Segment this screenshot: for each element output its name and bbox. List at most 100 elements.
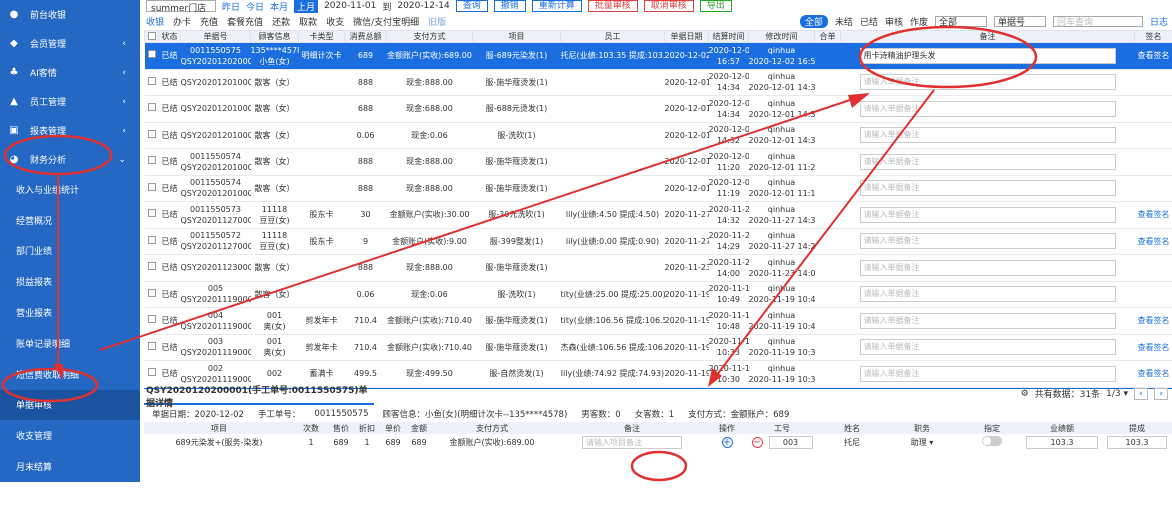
sidebar-item-ai[interactable]: ♣AI客情‹	[0, 58, 140, 87]
table-row[interactable]: 已结0011550574QSY2020120100002散客（女）888现金:8…	[145, 149, 1172, 176]
note-input[interactable]: 请输入单据备注	[860, 286, 1116, 302]
note-input[interactable]: 请输入单据备注	[860, 101, 1116, 117]
table-row[interactable]: 已结QSY2020120100005散客（女）888现金:888.00服-施华蔻…	[145, 69, 1172, 96]
all-select[interactable]: 全部	[935, 16, 987, 27]
job-no-input[interactable]: 003	[769, 436, 813, 449]
sidebar-sub-overview[interactable]: 经营概况	[0, 205, 140, 236]
view-signature-link[interactable]: 查看签名	[1138, 51, 1170, 60]
select-all-checkbox[interactable]	[148, 32, 156, 40]
gear-icon[interactable]: ⚙	[1021, 389, 1029, 399]
row-checkbox[interactable]	[148, 77, 156, 85]
table-row[interactable]: 已结0011550575QSY2020120200001135****4578小…	[145, 43, 1172, 70]
store-select[interactable]: summer门店	[146, 0, 216, 12]
perf-input[interactable]: 103.3	[1026, 436, 1098, 449]
table-row[interactable]: 已结0011550572QSY202011270000111118豆豆(女)股东…	[145, 228, 1172, 255]
table-row[interactable]: 已结0011550574QSY2020120100001散客（女）888现金:8…	[145, 175, 1172, 202]
row-checkbox[interactable]	[148, 315, 156, 323]
table-row[interactable]: 已结QSY2020120100004散客（女）688现金:688.00服-688…	[145, 96, 1172, 123]
row-checkbox[interactable]	[148, 342, 156, 350]
tab-wechat-alipay[interactable]: 微信/支付宝明细	[353, 15, 419, 28]
filter-audit[interactable]: 审核	[885, 15, 903, 28]
sidebar-sub-business[interactable]: 营业报表	[0, 297, 140, 328]
note-input[interactable]: 请输入单据备注	[860, 154, 1116, 170]
prev-page-button[interactable]: ‹	[1134, 388, 1148, 400]
sidebar-sub-sms[interactable]: 短信费收取明细	[0, 359, 140, 390]
doc-type-select[interactable]: 单据号	[994, 16, 1046, 27]
quick-last-month[interactable]: 上月	[294, 0, 318, 13]
sidebar-sub-profit[interactable]: 损益报表	[0, 266, 140, 297]
note-input[interactable]: 请输入单据备注	[860, 233, 1116, 249]
log-link[interactable]: 日志	[1150, 15, 1168, 28]
next-page-button[interactable]: ›	[1154, 388, 1168, 400]
sidebar-item-reports[interactable]: ▣报表管理‹	[0, 116, 140, 145]
table-row[interactable]: 已结QSY2020112300001散客（女）888现金:888.00服-施华蔻…	[145, 255, 1172, 282]
note-input[interactable]: 用卡诗精油护理头发	[860, 48, 1116, 64]
row-checkbox[interactable]	[148, 236, 156, 244]
filter-settled[interactable]: 已结	[860, 15, 878, 28]
row-checkbox[interactable]	[148, 289, 156, 297]
sidebar-sub-doc-audit[interactable]: 单据审核	[0, 390, 140, 421]
row-checkbox[interactable]	[148, 103, 156, 111]
header-checkbox[interactable]	[145, 31, 159, 43]
assigned-toggle[interactable]	[982, 436, 1002, 446]
search-input[interactable]: 回车查询	[1053, 16, 1143, 27]
d-role-select[interactable]: 助理 ▾	[882, 434, 962, 450]
comm-input[interactable]: 103.3	[1107, 436, 1167, 449]
row-checkbox[interactable]	[148, 183, 156, 191]
tab-recharge[interactable]: 充值	[200, 15, 218, 28]
note-input[interactable]: 请输入单据备注	[860, 366, 1116, 382]
view-signature-link[interactable]: 查看签名	[1138, 369, 1170, 378]
tab-income-expense[interactable]: 收支	[326, 15, 344, 28]
view-signature-link[interactable]: 查看签名	[1138, 343, 1170, 352]
note-input[interactable]: 请输入单据备注	[860, 339, 1116, 355]
table-row[interactable]: 已结0011550573QSY202011270000211118豆豆(女)股东…	[145, 202, 1172, 229]
filter-unsettled[interactable]: 未结	[835, 15, 853, 28]
note-input[interactable]: 请输入单据备注	[860, 180, 1116, 196]
sidebar-sub-month-end[interactable]: 月末结算	[0, 451, 140, 482]
row-checkbox[interactable]	[148, 130, 156, 138]
row-checkbox[interactable]	[148, 368, 156, 376]
view-signature-link[interactable]: 查看签名	[1138, 316, 1170, 325]
sidebar-item-cashier[interactable]: ●前台收银	[0, 0, 140, 29]
tab-cashier[interactable]: 收银	[146, 15, 164, 28]
remove-icon[interactable]: −	[752, 437, 763, 448]
tab-old-version[interactable]: 旧版	[428, 15, 446, 28]
sidebar-item-members[interactable]: ◆会员管理‹	[0, 29, 140, 58]
row-checkbox[interactable]	[148, 209, 156, 217]
table-row[interactable]: 已结004QSY2020111900003001奥(女)剪发年卡710.4金额账…	[145, 308, 1172, 335]
quick-today[interactable]: 今日	[246, 0, 264, 13]
sidebar-item-chain[interactable]: ▤连锁运营‹	[0, 482, 140, 511]
pager-page[interactable]: 1/3 ▾	[1106, 389, 1128, 399]
tab-withdraw[interactable]: 取款	[299, 15, 317, 28]
batch-audit-button[interactable]: 批量审核	[588, 0, 638, 12]
item-note-input[interactable]: 请输入项目备注	[582, 436, 682, 449]
tab-package[interactable]: 套餐充值	[227, 15, 263, 28]
filter-void[interactable]: 作废	[910, 15, 928, 28]
view-signature-link[interactable]: 查看签名	[1138, 210, 1170, 219]
table-row[interactable]: 已结005QSY2020111900004散客（女）0.06现金:0.06服-洗…	[145, 281, 1172, 308]
row-checkbox[interactable]	[148, 156, 156, 164]
query-button[interactable]: 查询	[456, 0, 488, 12]
table-row[interactable]: 已结QSY2020120100003散客（女）0.06现金:0.06服-洗吹(1…	[145, 122, 1172, 149]
row-checkbox[interactable]	[148, 50, 156, 58]
sidebar-item-finance[interactable]: ◕财务分析⌄	[0, 145, 140, 174]
sidebar-sub-bill-detail[interactable]: 账单记录明细	[0, 328, 140, 359]
note-input[interactable]: 请输入单据备注	[860, 260, 1116, 276]
cancel-audit-button[interactable]: 取消审核	[644, 0, 694, 12]
date-to[interactable]: 2020-12-14	[397, 1, 449, 11]
view-signature-link[interactable]: 查看签名	[1138, 237, 1170, 246]
recalculate-button[interactable]: 重新计算	[532, 0, 582, 12]
undo-button[interactable]: 撤销	[494, 0, 526, 12]
note-input[interactable]: 请输入单据备注	[860, 313, 1116, 329]
filter-all[interactable]: 全部	[800, 15, 828, 28]
note-input[interactable]: 请输入单据备注	[860, 74, 1116, 90]
sidebar-item-staff[interactable]: ▲员工管理‹	[0, 87, 140, 116]
tab-repay[interactable]: 还款	[272, 15, 290, 28]
sidebar-sub-income[interactable]: 收入与业绩统计	[0, 174, 140, 205]
quick-yesterday[interactable]: 昨日	[222, 0, 240, 13]
row-checkbox[interactable]	[148, 262, 156, 270]
sidebar-sub-department[interactable]: 部门业绩	[0, 236, 140, 267]
tab-card[interactable]: 办卡	[173, 15, 191, 28]
table-row[interactable]: 已结003QSY2020111900002001奥(女)剪发年卡710.4金额账…	[145, 334, 1172, 361]
note-input[interactable]: 请输入单据备注	[860, 127, 1116, 143]
